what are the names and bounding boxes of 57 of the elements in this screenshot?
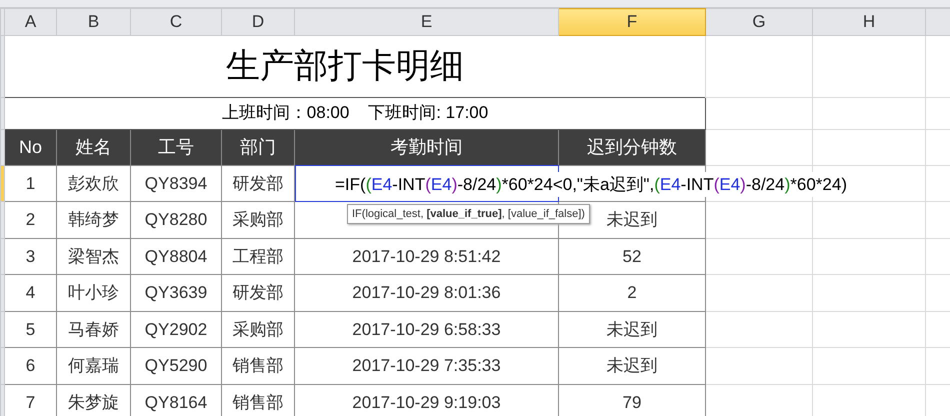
- table-cell: 3: [4, 238, 56, 274]
- row-header[interactable]: [0, 202, 4, 238]
- table-cell: 2017-10-29 8:51:42: [294, 238, 558, 274]
- table-cell: 1: [4, 165, 56, 202]
- row-header[interactable]: [0, 311, 4, 348]
- column-heading: 考勤时间: [294, 129, 558, 165]
- row-header[interactable]: [0, 165, 4, 202]
- table-cell: 何嘉瑞: [56, 348, 130, 384]
- table-cell: 未迟到: [558, 311, 706, 348]
- table-cell: 5: [4, 311, 56, 348]
- row-header[interactable]: [0, 348, 4, 384]
- row-header[interactable]: [0, 238, 4, 274]
- table-cell: 马春娇: [56, 311, 130, 348]
- column-heading: 工号: [130, 129, 222, 165]
- row-header[interactable]: [0, 384, 4, 416]
- table-cell: QY5290: [130, 348, 222, 384]
- formula-tooltip: IF(logical_test, [value_if_true], [value_if_false]): [347, 204, 590, 224]
- column-header[interactable]: E: [294, 8, 558, 35]
- table-cell: 2017-10-29 8:01:36: [294, 274, 558, 311]
- table-cell: QY8280: [130, 202, 222, 238]
- table-cell: 采购部: [222, 202, 294, 238]
- table-cell: 2: [558, 274, 706, 311]
- row-header[interactable]: [0, 274, 4, 311]
- table-cell: QY8804: [130, 238, 222, 274]
- table-cell: 销售部: [222, 348, 294, 384]
- sheet-title: 生产部打卡明细: [4, 35, 706, 97]
- table-cell: 工程部: [222, 238, 294, 274]
- table-cell: 2017-10-29 7:35:33: [294, 348, 558, 384]
- column-header[interactable]: C: [130, 8, 222, 35]
- work-hours-text: 上班时间：08:00 下班时间: 17:00: [4, 97, 706, 129]
- table-cell: 6: [4, 348, 56, 384]
- table-cell: 2: [4, 202, 56, 238]
- table-cell: 研发部: [222, 274, 294, 311]
- column-header[interactable]: A: [4, 8, 56, 35]
- table-cell: 韩绮梦: [56, 202, 130, 238]
- table-cell: 52: [558, 238, 706, 274]
- column-heading: 迟到分钟数: [558, 129, 706, 165]
- table-cell: QY3639: [130, 274, 222, 311]
- table-cell: 4: [4, 274, 56, 311]
- table-cell: 未迟到: [558, 348, 706, 384]
- table-cell: 叶小珍: [56, 274, 130, 311]
- table-cell: QY8394: [130, 165, 222, 202]
- column-header[interactable]: D: [222, 8, 294, 35]
- table-cell: 采购部: [222, 311, 294, 348]
- formula-text[interactable]: =IF((E4-INT(E4)-8/24)*60*24<0,"未a迟到",(E4-INT(E4)-8/24)*60*24): [335, 172, 847, 197]
- column-header[interactable]: B: [56, 8, 130, 35]
- column-header[interactable]: F: [558, 8, 706, 35]
- table-cell: 研发部: [222, 165, 294, 202]
- table-cell: QY2902: [130, 311, 222, 348]
- column-heading: 部门: [222, 129, 294, 165]
- table-cell: 彭欢欣: [56, 165, 130, 202]
- table-cell: 2017-10-29 6:58:33: [294, 311, 558, 348]
- table-cell: 梁智杰: [56, 238, 130, 274]
- column-heading: 姓名: [56, 129, 130, 165]
- column-header[interactable]: G: [706, 8, 812, 35]
- column-heading: No: [4, 129, 56, 165]
- column-header[interactable]: H: [812, 8, 926, 35]
